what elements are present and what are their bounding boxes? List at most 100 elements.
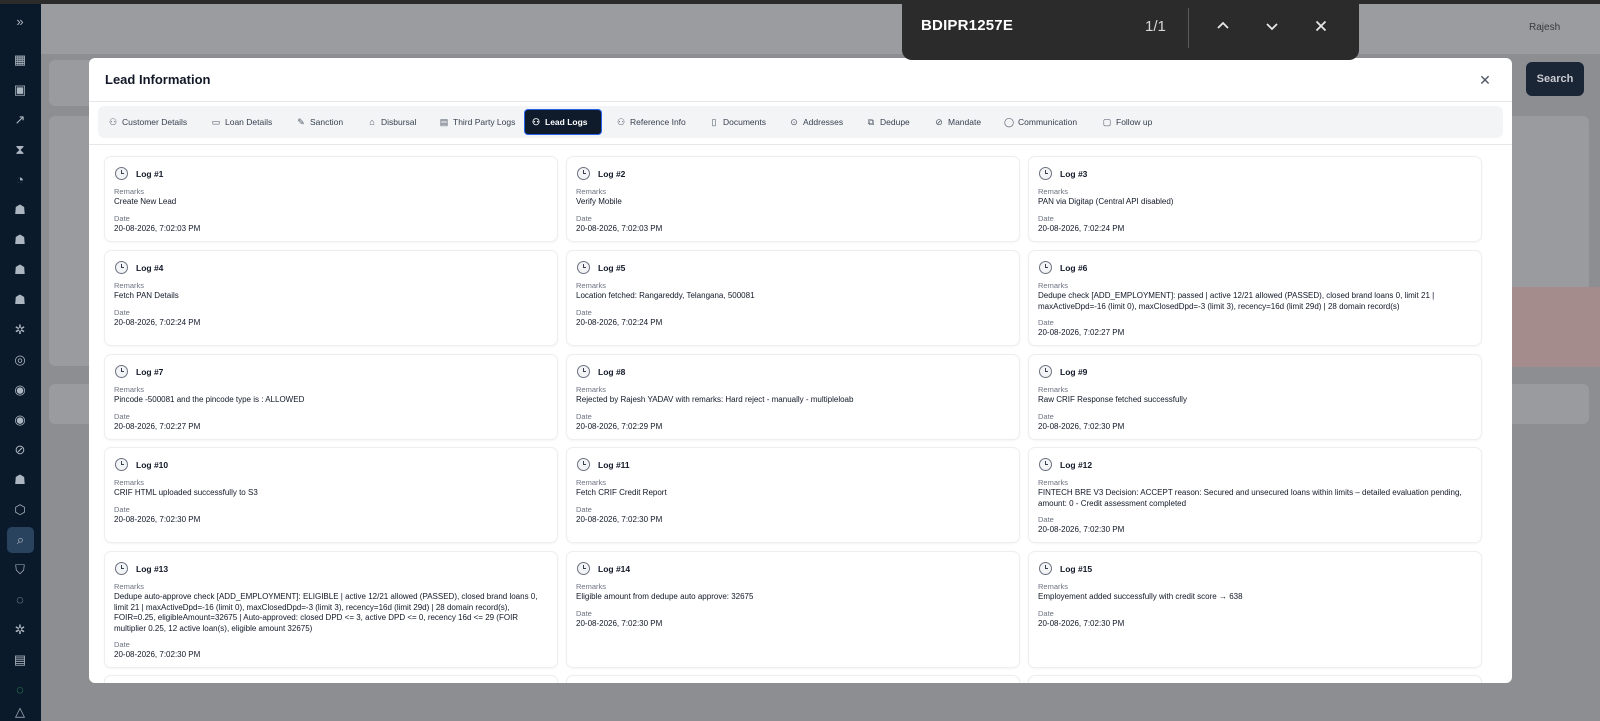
modal-title: Lead Information xyxy=(105,72,211,87)
log-card: Log #9 Remarks Raw CRIF Response fetched… xyxy=(1029,355,1481,439)
log-card: Log #1 Remarks Create New Lead Date 20-0… xyxy=(105,157,557,241)
user-check-icon-3[interactable]: ☗ xyxy=(10,260,30,280)
background-header xyxy=(41,4,1600,54)
coins-icon[interactable]: ◎ xyxy=(10,350,30,370)
log-card xyxy=(567,676,1019,683)
tab-addresses[interactable]: ⊙ Addresses xyxy=(783,109,849,135)
log-date: 20-08-2026, 7:02:27 PM xyxy=(114,421,201,431)
background-search-button[interactable]: Search xyxy=(1526,62,1584,96)
circle-icon[interactable]: ◉ xyxy=(10,380,30,400)
log-date: 20-08-2026, 7:02:30 PM xyxy=(1038,421,1125,431)
settings-icon[interactable]: ✲ xyxy=(10,620,30,640)
find-close-icon[interactable] xyxy=(1308,15,1334,41)
user-check-icon-2[interactable]: ☗ xyxy=(10,230,30,250)
tab-loan-details[interactable]: ▭ Loan Details xyxy=(205,109,278,135)
date-label: Date xyxy=(114,640,130,649)
log-title: Log #5 xyxy=(598,262,626,273)
dashboard-icon[interactable]: ▦ xyxy=(10,50,30,70)
whatsapp-icon[interactable]: ◌ xyxy=(10,590,30,610)
find-separator xyxy=(1188,8,1189,48)
tab-dedupe[interactable]: ⧉ Dedupe xyxy=(860,109,916,135)
find-query[interactable]: BDIPR1257E xyxy=(921,17,1013,34)
log-date: 20-08-2026, 7:02:30 PM xyxy=(1038,618,1125,628)
copy-icon: ⧉ xyxy=(867,116,875,127)
tabs-divider xyxy=(89,144,1512,145)
log-date: 20-08-2026, 7:02:30 PM xyxy=(114,514,201,524)
expand-icon[interactable]: » xyxy=(10,12,30,32)
shield-icon[interactable]: ⛉ xyxy=(10,560,30,580)
log-remarks: CRIF HTML uploaded successfully to S3 xyxy=(114,488,258,497)
log-remarks: Fetch PAN Details xyxy=(114,291,179,300)
briefcase-icon[interactable]: ▣ xyxy=(10,80,30,100)
search-icon[interactable]: ⌕ xyxy=(7,527,34,553)
tab-follow-up[interactable]: ▢ Follow up xyxy=(1096,109,1158,135)
clock-icon xyxy=(1039,261,1052,274)
lock-icon[interactable]: ▤ xyxy=(10,650,30,670)
tab-label: Customer Details xyxy=(122,117,188,127)
user-icon: ⚇ xyxy=(108,116,118,127)
bell-icon[interactable]: △ xyxy=(10,702,30,721)
tab-documents[interactable]: ▯ Documents xyxy=(703,109,772,135)
tab-label: Reference Info xyxy=(630,117,686,127)
user-check-icon[interactable]: ☗ xyxy=(10,200,30,220)
log-remarks: Dedupe auto-approve check [ADD_EMPLOYMEN… xyxy=(114,592,538,633)
find-previous-icon[interactable] xyxy=(1210,15,1236,41)
tab-third-party-logs[interactable]: ▤ Third Party Logs xyxy=(433,109,521,135)
remarks-label: Remarks xyxy=(576,187,607,196)
hourglass-icon[interactable]: ⧗ xyxy=(10,140,30,160)
clock-icon xyxy=(115,562,128,575)
whatsapp-icon-2[interactable]: ◌ xyxy=(10,680,30,700)
tab-label: Addresses xyxy=(803,117,844,127)
log-date: 20-08-2026, 7:02:30 PM xyxy=(576,514,663,524)
tab-mandate[interactable]: ⊘ Mandate xyxy=(928,109,987,135)
log-remarks: PAN via Digitap (Central API disabled) xyxy=(1038,197,1174,206)
tab-lead-logs[interactable]: ⚇ Lead Logs xyxy=(524,109,602,135)
log-card: Log #6 Remarks Dedupe check [ADD_EMPLOYM… xyxy=(1029,251,1481,345)
user-check-icon-4[interactable]: ☗ xyxy=(10,290,30,310)
check-icon[interactable]: ◔ xyxy=(10,170,30,190)
tab-label: Loan Details xyxy=(225,117,273,127)
date-label: Date xyxy=(576,307,592,317)
clock-icon xyxy=(577,261,590,274)
log-card: Log #13 Remarks Dedupe auto-approve chec… xyxy=(105,552,557,667)
log-title: Log #6 xyxy=(1060,262,1088,273)
trend-icon[interactable]: ↗ xyxy=(10,110,30,130)
tab-communication[interactable]: ◯ Communication xyxy=(998,109,1083,135)
ban-icon[interactable]: ⊘ xyxy=(10,440,30,460)
log-title: Log #4 xyxy=(136,262,164,273)
log-date: 20-08-2026, 7:02:24 PM xyxy=(576,317,663,327)
log-card xyxy=(1029,676,1481,683)
tab-reference-info[interactable]: ⚇ Reference Info xyxy=(610,109,692,135)
log-date: 20-08-2026, 7:02:03 PM xyxy=(576,223,663,233)
tab-sanction[interactable]: ✎ Sanction xyxy=(290,109,349,135)
remarks-label: Remarks xyxy=(576,582,607,591)
remarks-label: Remarks xyxy=(576,281,607,290)
bank-icon: ⌂ xyxy=(369,117,375,127)
date-label: Date xyxy=(114,504,130,514)
gear-icon[interactable]: ✲ xyxy=(10,320,30,340)
circle-icon-2[interactable]: ◉ xyxy=(10,410,30,430)
user-star-icon[interactable]: ☗ xyxy=(10,470,30,490)
close-icon[interactable]: ✕ xyxy=(1475,70,1495,90)
log-remarks: FINTECH BRE V3 Decision: ACCEPT reason: … xyxy=(1038,488,1462,508)
box-icon[interactable]: ⬡ xyxy=(10,500,30,520)
log-title: Log #7 xyxy=(136,366,164,377)
clock-icon xyxy=(115,261,128,274)
date-label: Date xyxy=(1038,213,1054,223)
log-title: Log #15 xyxy=(1060,563,1093,574)
find-next-icon[interactable] xyxy=(1259,15,1285,41)
date-label: Date xyxy=(1038,411,1054,421)
tab-customer-details[interactable]: ⚇ Customer Details xyxy=(102,109,193,135)
log-title: Log #3 xyxy=(1060,168,1088,179)
map-pin-icon: ⊙ xyxy=(790,116,798,127)
clock-icon xyxy=(1039,458,1052,471)
log-card: Log #3 Remarks PAN via Digitap (Central … xyxy=(1029,157,1481,241)
log-date: 20-08-2026, 7:02:27 PM xyxy=(1038,328,1125,337)
log-title: Log #9 xyxy=(1060,366,1088,377)
log-card: Log #8 Remarks Rejected by Rajesh YADAV … xyxy=(567,355,1019,439)
date-label: Date xyxy=(1038,318,1054,327)
log-card: Log #2 Remarks Verify Mobile Date 20-08-… xyxy=(567,157,1019,241)
tab-label: Mandate xyxy=(948,117,982,127)
tab-disbursal[interactable]: ⌂ Disbursal xyxy=(361,109,422,135)
log-title: Log #10 xyxy=(136,459,169,470)
